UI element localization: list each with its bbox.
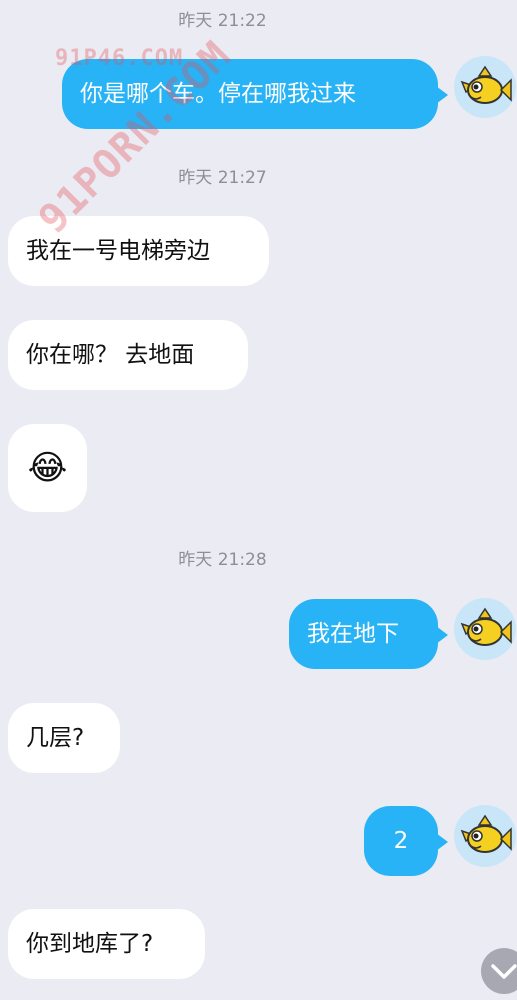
incoming-message-bubble[interactable]: 我在一号电梯旁边 — [8, 216, 269, 286]
incoming-emoji-bubble[interactable]: 😂 — [8, 424, 87, 512]
bubble-tail — [436, 626, 448, 644]
timestamp: 昨天 21:28 — [178, 550, 267, 570]
yellow-fish-avatar-icon[interactable] — [454, 56, 516, 118]
bubble-tail — [436, 86, 448, 104]
scroll-down-button[interactable] — [481, 948, 517, 994]
bubble-tail — [436, 833, 448, 851]
outgoing-message-bubble[interactable]: 我在地下 — [289, 599, 438, 669]
chevron-down-icon — [491, 964, 517, 979]
outgoing-message-bubble[interactable]: 2 — [364, 806, 438, 876]
incoming-message-bubble[interactable]: 你在哪？ 去地面 — [8, 320, 248, 390]
timestamp: 昨天 21:27 — [178, 168, 267, 188]
yellow-fish-avatar-icon[interactable] — [454, 805, 516, 867]
timestamp: 昨天 21:22 — [178, 11, 267, 31]
incoming-message-bubble[interactable]: 几层? — [8, 703, 120, 773]
outgoing-message-bubble[interactable]: 你是哪个车。停在哪我过来 — [62, 59, 438, 129]
yellow-fish-avatar-icon[interactable] — [454, 598, 516, 660]
incoming-message-bubble[interactable]: 你到地库了? — [8, 909, 205, 979]
